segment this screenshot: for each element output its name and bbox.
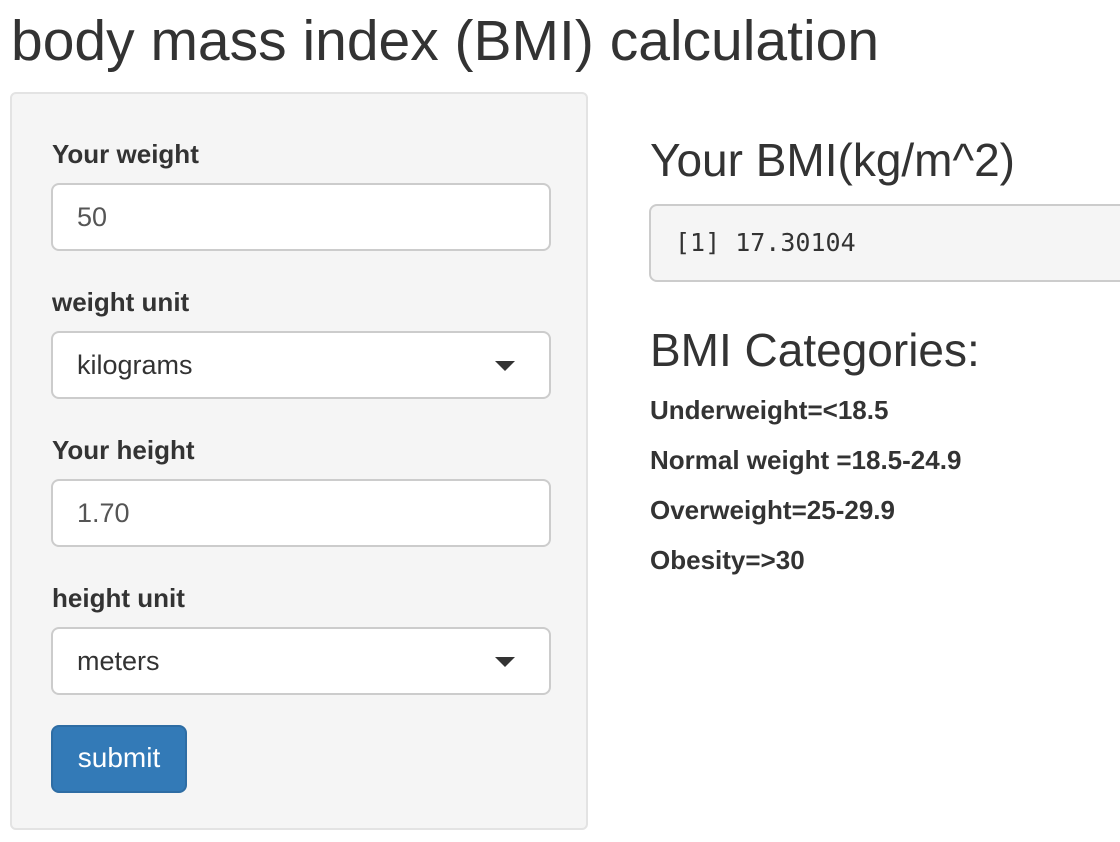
categories-title: BMI Categories: bbox=[650, 324, 980, 376]
height-input-value: 1.70 bbox=[77, 498, 130, 528]
height-unit-select[interactable]: meters bbox=[51, 627, 551, 695]
bmi-output: [1] 17.30104 bbox=[649, 204, 1120, 282]
chevron-down-icon bbox=[495, 361, 515, 371]
submit-button[interactable]: submit bbox=[51, 725, 187, 793]
chevron-down-icon bbox=[495, 657, 515, 667]
weight-unit-label: weight unit bbox=[52, 287, 190, 317]
page-title: body mass index (BMI) calculation bbox=[11, 9, 880, 73]
category-underweight: Underweight=<18.5 bbox=[650, 395, 889, 425]
category-normal-weight: Normal weight =18.5-24.9 bbox=[650, 445, 962, 475]
height-label: Your height bbox=[52, 435, 195, 465]
weight-unit-selected-value: kilograms bbox=[77, 350, 193, 380]
height-unit-label: height unit bbox=[52, 583, 185, 613]
height-input[interactable]: 1.70 bbox=[51, 479, 551, 547]
category-obesity: Obesity=>30 bbox=[650, 545, 805, 575]
weight-unit-select[interactable]: kilograms bbox=[51, 331, 551, 399]
height-unit-selected-value: meters bbox=[77, 646, 160, 676]
weight-input-value: 50 bbox=[77, 202, 108, 232]
result-title: Your BMI(kg/m^2) bbox=[650, 134, 1015, 186]
weight-label: Your weight bbox=[52, 139, 199, 169]
category-overweight: Overweight=25-29.9 bbox=[650, 495, 895, 525]
input-panel: Your weight 50 weight unit kilograms You… bbox=[10, 92, 588, 830]
weight-input[interactable]: 50 bbox=[51, 183, 551, 251]
